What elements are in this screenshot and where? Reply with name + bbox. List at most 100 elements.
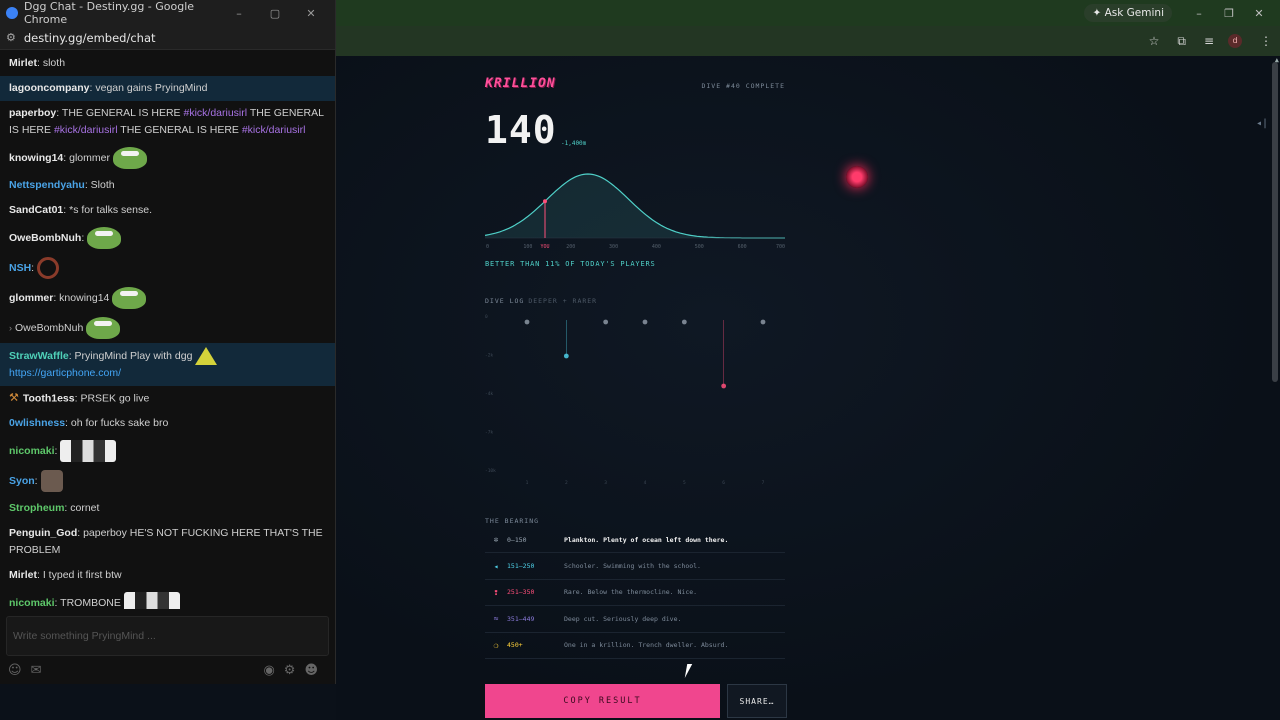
users-icon[interactable]: ☻ — [304, 663, 318, 678]
chat-message[interactable]: nicomaki: — [0, 436, 335, 466]
bearing-range: 251–350 — [507, 588, 535, 597]
chat-username[interactable]: Penguin_God — [9, 527, 77, 539]
chat-username[interactable]: Syon — [9, 475, 35, 487]
bearing-row: ❢ 251–350 Rare. Below the thermocline. Nic… — [485, 580, 785, 607]
chat-message[interactable]: NSH: — [0, 253, 335, 283]
dive-log-chart: 0 -2k -4k -7k -10k 1 2 3 4 5 6 7 — [485, 314, 766, 486]
chat-message[interactable]: paperboy: THE GENERAL IS HERE #kick/dari… — [0, 101, 335, 143]
copy-result-button[interactable]: COPY RESULT — [485, 684, 720, 718]
chat-message[interactable]: Syon: — [0, 466, 335, 496]
chat-username[interactable]: NSH — [9, 262, 31, 274]
dive-y-tick-label: 0 — [485, 314, 488, 320]
profile-avatar[interactable]: d — [1228, 34, 1242, 48]
chat-message[interactable]: Mirlet: sloth — [0, 51, 335, 76]
chat-message[interactable]: glommer: knowing14 — [0, 283, 335, 313]
hashtag-link[interactable]: #kick/dariusirl — [242, 124, 306, 136]
main-window-titlebar[interactable]: ✦ Ask Gemini – ❐ ✕ — [336, 0, 1280, 26]
chat-window-title: Dgg Chat - Destiny.gg - Google Chrome — [24, 0, 195, 26]
main-close-button[interactable]: ✕ — [1244, 7, 1274, 20]
chat-username[interactable]: StrawWaffle — [9, 350, 69, 362]
chat-username[interactable]: 0wlishness — [9, 417, 65, 429]
chat-text: : — [81, 231, 85, 244]
chat-input[interactable] — [6, 616, 329, 656]
dive-x-tick-label: 5 — [683, 480, 686, 486]
media-control-icon[interactable]: ≡ — [1204, 34, 1214, 48]
bearing-heading: THE BEARING — [485, 517, 540, 525]
chat-username[interactable]: SandCat01 — [9, 204, 63, 216]
chat-username[interactable]: Nettspendyahu — [9, 179, 85, 191]
chat-message[interactable]: Nettspendyahu: Sloth — [0, 173, 335, 198]
chat-username[interactable]: Mirlet — [9, 57, 37, 69]
chat-text: : — [34, 475, 38, 488]
dive-y-tick-label: -4k — [485, 391, 493, 397]
dive-y-tick-label: -2k — [485, 353, 493, 359]
share-button[interactable]: SHARE… — [727, 684, 787, 718]
chat-username[interactable]: paperboy — [9, 107, 56, 119]
chat-message[interactable]: SandCat01: *s for talks sense. — [0, 198, 335, 223]
chat-message-list[interactable]: Mirlet: sloth lagooncompany: vegan gains … — [0, 51, 335, 609]
triangle-emote-icon — [195, 347, 218, 365]
main-restore-button[interactable]: ❐ — [1214, 7, 1244, 20]
chat-username[interactable]: lagooncompany — [9, 82, 90, 94]
curve-tick-label: 100 — [523, 244, 532, 250]
bearing-description: Schooler. Swimming with the school. — [564, 562, 701, 571]
chat-username[interactable]: nicomaki — [9, 597, 55, 609]
dive-point — [760, 319, 766, 325]
chat-message[interactable]: OweBombNuh: — [0, 223, 335, 253]
chat-username[interactable]: knowing14 — [9, 152, 63, 164]
bw-emote-icon — [123, 592, 180, 609]
chat-message[interactable]: Mirlet: I typed it first btw — [0, 563, 335, 588]
chat-username[interactable]: Tooth1ess — [23, 392, 75, 404]
bearing-row: ❍ 450+ One in a krillion. Trench dweller. … — [485, 633, 785, 659]
chat-message[interactable]: 0wlishness: oh for fucks sake bro — [0, 411, 335, 436]
watch-icon[interactable]: ◉ — [263, 663, 274, 678]
main-minimize-button[interactable]: – — [1184, 7, 1214, 20]
side-panel-toggle-icon[interactable]: ◂| — [1256, 118, 1268, 129]
chat-username[interactable]: nicomaki — [9, 445, 55, 457]
chat-message[interactable]: Stropheum: cornet — [0, 496, 335, 521]
chat-window-titlebar[interactable]: Dgg Chat - Destiny.gg - Google Chrome – … — [0, 0, 335, 26]
chat-message[interactable]: knowing14: glommer — [0, 143, 335, 173]
ask-gemini-button[interactable]: ✦ Ask Gemini — [1084, 4, 1172, 22]
chat-message[interactable]: › OweBombNuh — [0, 313, 335, 343]
chat-username[interactable]: OweBombNuh — [9, 232, 81, 244]
chat-message[interactable]: Penguin_God: paperboy HE'S NOT FUCKING H… — [0, 521, 335, 563]
minimize-button[interactable]: – — [221, 7, 257, 20]
bearing-description: Plankton. Plenty of ocean left down ther… — [564, 535, 729, 544]
chat-text: : Sloth — [84, 179, 115, 191]
chat-message[interactable]: ⚒ Tooth1ess: PRSEK go live — [0, 386, 335, 411]
close-button[interactable]: ✕ — [293, 7, 329, 20]
chat-message[interactable]: lagooncompany: vegan gains PryingMind — [0, 76, 335, 101]
page-scrollbar[interactable] — [1272, 62, 1278, 382]
site-settings-icon[interactable]: ⚙ — [6, 31, 16, 44]
dive-status: DIVE #40 COMPLETE — [701, 82, 785, 90]
emote-picker-icon[interactable]: ☺ — [8, 663, 22, 678]
bearing-tier-icon: ❢ — [493, 587, 499, 597]
maximize-button[interactable]: ▢ — [257, 7, 293, 20]
menu-kebab-icon[interactable]: ⋮ — [1260, 34, 1272, 48]
dive-y-tick-label: -10k — [485, 468, 496, 474]
dive-y-tick-label: -7k — [485, 430, 493, 436]
whispers-icon[interactable]: ✉ — [31, 663, 42, 678]
chat-url[interactable]: destiny.gg/embed/chat — [24, 31, 156, 45]
pepe-emote-icon — [86, 317, 121, 339]
bookmark-star-icon[interactable]: ☆ — [1149, 34, 1160, 48]
chat-username[interactable]: glommer — [9, 292, 53, 304]
continuation-icon: › — [9, 322, 12, 333]
settings-gear-icon[interactable]: ⚙ — [284, 663, 296, 678]
chat-message[interactable]: StrawWaffle: PryingMind Play with dgg htt… — [0, 343, 335, 386]
extensions-icon[interactable]: ⧉ — [1177, 34, 1186, 49]
chat-username[interactable]: Stropheum — [9, 502, 64, 514]
dive-point — [721, 383, 727, 389]
dive-point — [524, 319, 530, 325]
hashtag-link[interactable]: #kick/dariusirl — [183, 107, 247, 119]
chat-username[interactable]: Mirlet — [9, 569, 37, 581]
bearing-range: 351–449 — [507, 614, 535, 623]
bearing-table: ✲ 0–150 Plankton. Plenty of ocean left dow… — [485, 527, 785, 659]
chat-message[interactable]: nicomaki: TROMBONE — [0, 588, 335, 609]
bearing-description: One in a krillion. Trench dweller. Absur… — [564, 641, 729, 650]
chat-link[interactable]: https://garticphone.com/ — [9, 367, 121, 379]
hashtag-link[interactable]: #kick/dariusirl — [54, 124, 118, 136]
bearing-row: ✲ 0–150 Plankton. Plenty of ocean left dow… — [485, 527, 785, 554]
chat-url-bar[interactable]: ⚙ destiny.gg/embed/chat — [0, 26, 335, 50]
